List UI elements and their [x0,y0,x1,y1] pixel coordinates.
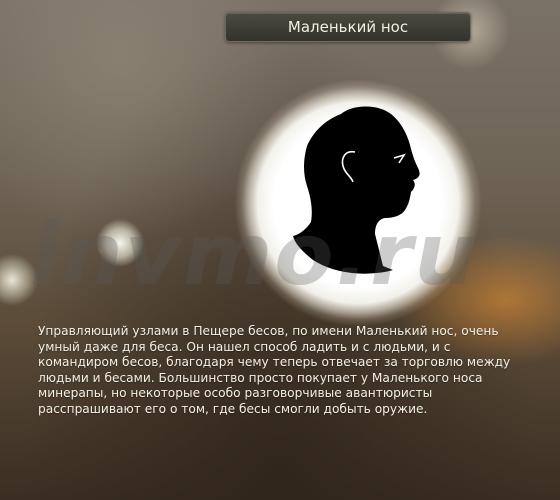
npc-description: Управляющий узлами в Пещере бесов, по им… [38,324,511,416]
silhouette-head-icon [293,106,420,274]
npc-name-title: Маленький нос [287,18,409,36]
title-bar: Маленький нос [225,12,471,42]
